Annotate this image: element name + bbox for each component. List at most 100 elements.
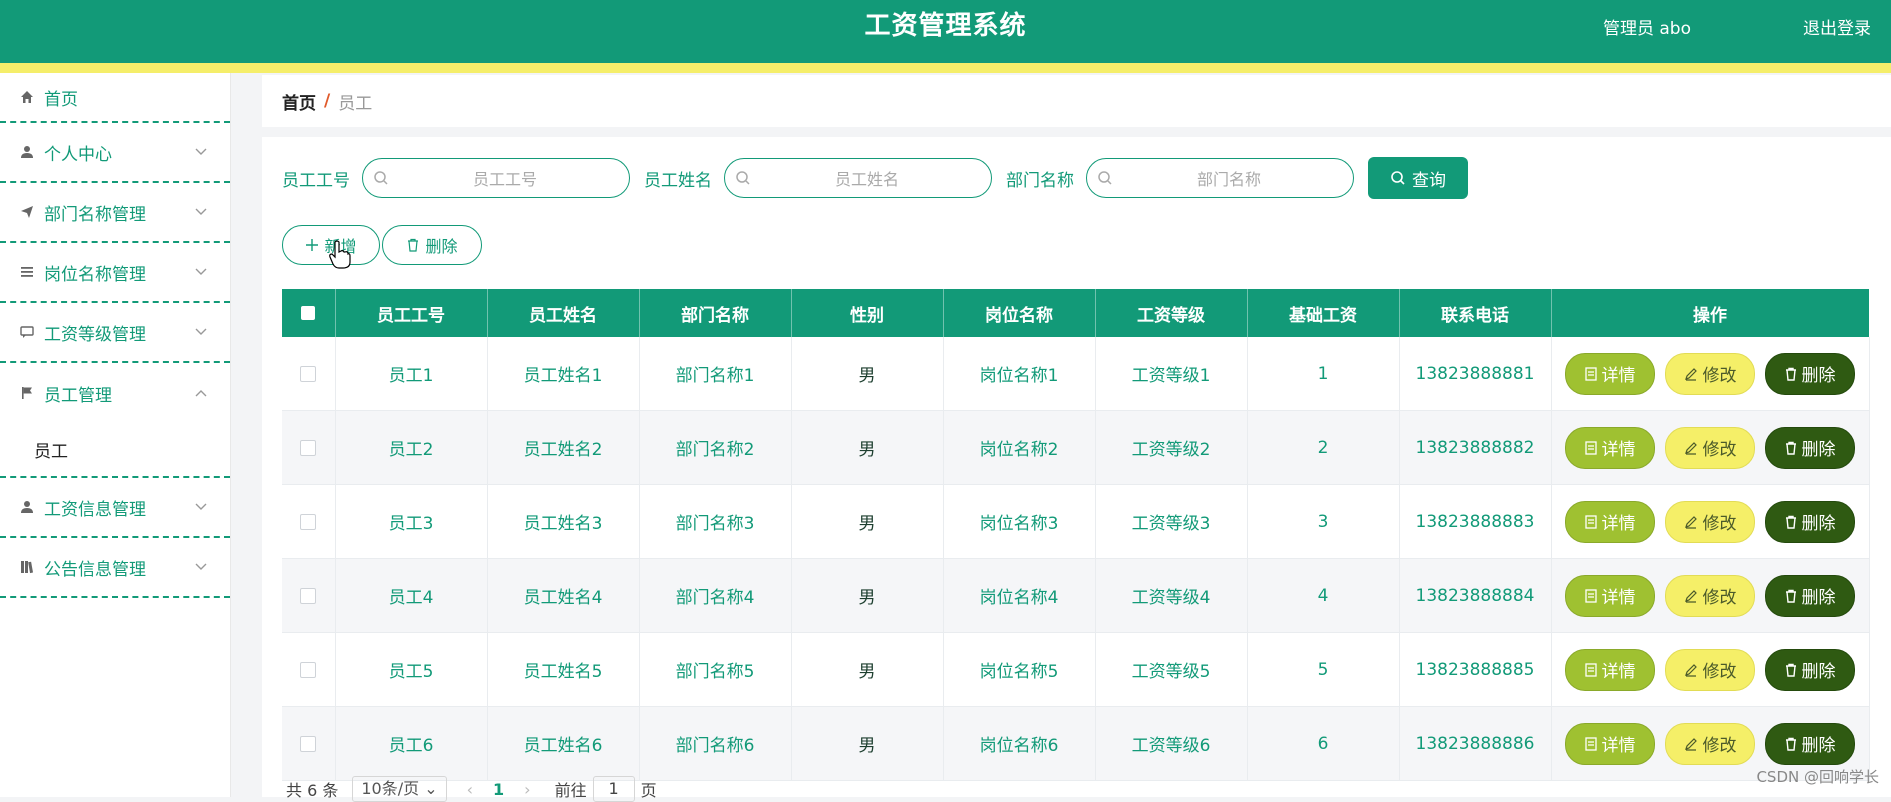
table-cell: 岗位名称5 xyxy=(943,632,1096,707)
sidebar-item-label: 岗位名称管理 xyxy=(44,264,146,285)
edit-button[interactable]: 修改 xyxy=(1665,722,1755,765)
detail-button[interactable]: 详情 xyxy=(1565,648,1655,691)
sidebar-item-position-mgmt[interactable]: 岗位名称管理 xyxy=(0,243,230,303)
row-actions: 详情 修改 删除 xyxy=(1551,558,1870,633)
table-cell: 工资等级4 xyxy=(1095,558,1248,633)
table-cell: 员工1 xyxy=(335,337,488,411)
row-checkbox[interactable] xyxy=(300,513,317,530)
row-select-cell[interactable] xyxy=(282,484,336,559)
table-cell: 部门名称5 xyxy=(639,632,792,707)
detail-button[interactable]: 详情 xyxy=(1565,722,1655,765)
row-select-cell[interactable] xyxy=(282,410,336,485)
row-select-cell[interactable] xyxy=(282,632,336,707)
row-checkbox[interactable] xyxy=(300,587,317,604)
edit-button[interactable]: 修改 xyxy=(1665,426,1755,469)
detail-button[interactable]: 详情 xyxy=(1565,426,1655,469)
batch-delete-button[interactable]: 删除 xyxy=(382,225,482,265)
edit-button[interactable]: 修改 xyxy=(1665,500,1755,543)
edit-button[interactable]: 修改 xyxy=(1665,574,1755,617)
pencil-icon xyxy=(1684,589,1698,603)
next-page-button[interactable]: › xyxy=(524,780,530,799)
dept-name-field[interactable] xyxy=(1086,158,1354,198)
breadcrumb-home[interactable]: 首页 xyxy=(282,89,316,114)
breadcrumb: 首页 / 员工 xyxy=(262,75,1891,127)
hand-cursor-icon xyxy=(329,240,351,274)
dept-name-input[interactable] xyxy=(1117,163,1341,195)
table-cell: 员工3 xyxy=(335,484,488,559)
column-header: 联系电话 xyxy=(1399,289,1552,337)
header-stripe xyxy=(0,63,1891,73)
trash-icon xyxy=(1785,441,1797,455)
sidebar-item-personal-center[interactable]: 个人中心 xyxy=(0,123,230,183)
edit-button[interactable]: 修改 xyxy=(1665,648,1755,691)
row-select-cell[interactable] xyxy=(282,558,336,633)
select-all-checkbox[interactable] xyxy=(301,306,316,320)
employee-id-field[interactable] xyxy=(362,158,630,198)
edit-label: 修改 xyxy=(1702,366,1737,386)
pencil-icon xyxy=(1684,441,1698,455)
detail-label: 详情 xyxy=(1601,440,1636,460)
edit-button[interactable]: 修改 xyxy=(1665,352,1755,395)
delete-button[interactable]: 删除 xyxy=(1765,574,1855,617)
dept-name-label: 部门名称 xyxy=(1006,170,1074,191)
detail-label: 详情 xyxy=(1601,736,1636,756)
table-row: 员工1 员工姓名1 部门名称1 男岗位名称1 工资等级1 1 13823888881 详情 修改… xyxy=(282,337,1870,411)
delete-button[interactable]: 删除 xyxy=(1765,352,1855,395)
delete-label: 删除 xyxy=(1801,736,1836,756)
table-cell: 员工姓名6 xyxy=(487,706,640,781)
row-select-cell[interactable] xyxy=(282,337,336,411)
delete-button[interactable]: 删除 xyxy=(1765,500,1855,543)
table-cell: 13823888881 xyxy=(1399,337,1552,411)
prev-page-button[interactable]: ‹ xyxy=(467,780,473,799)
table-cell: 6 xyxy=(1247,706,1400,781)
row-checkbox[interactable] xyxy=(300,439,317,456)
list-icon xyxy=(18,263,36,281)
logout-link[interactable]: 退出登录 xyxy=(1803,14,1871,39)
employee-name-field[interactable] xyxy=(724,158,992,198)
sidebar-item-notice-mgmt[interactable]: 公告信息管理 xyxy=(0,538,230,598)
column-header: 工资等级 xyxy=(1095,289,1248,337)
table-cell: 男 xyxy=(791,410,944,485)
row-checkbox[interactable] xyxy=(300,661,317,678)
table-cell: 5 xyxy=(1247,632,1400,707)
sidebar-item-salary-mgmt[interactable]: 工资信息管理 xyxy=(0,478,230,538)
column-header: 岗位名称 xyxy=(943,289,1096,337)
sidebar-subitem-employee[interactable]: 员工 xyxy=(0,423,230,478)
table-cell: 3 xyxy=(1247,484,1400,559)
document-icon xyxy=(1584,440,1597,455)
table-cell: 4 xyxy=(1247,558,1400,633)
employee-id-input[interactable] xyxy=(393,163,617,195)
table-cell: 工资等级1 xyxy=(1095,337,1248,411)
sidebar-item-home[interactable]: 首页 xyxy=(0,73,230,123)
page-size-select[interactable]: 10条/页 ⌄ xyxy=(352,776,447,802)
employee-name-input[interactable] xyxy=(755,163,979,195)
query-button[interactable]: 查询 xyxy=(1368,157,1468,199)
table-row: 员工4 员工姓名4 部门名称4 男岗位名称4 工资等级4 4 13823888884 详情 修改… xyxy=(282,558,1870,633)
column-header: 员工工号 xyxy=(335,289,488,337)
goto-input[interactable]: 1 xyxy=(592,776,635,802)
row-checkbox[interactable] xyxy=(300,365,317,382)
row-actions: 详情 修改 删除 xyxy=(1551,484,1870,559)
book-icon xyxy=(18,558,36,576)
row-checkbox[interactable] xyxy=(300,735,317,752)
search-icon xyxy=(735,170,751,190)
edit-label: 修改 xyxy=(1702,440,1737,460)
sidebar-item-grade-mgmt[interactable]: 工资等级管理 xyxy=(0,303,230,363)
page-number[interactable]: 1 xyxy=(493,780,504,799)
select-all-cell[interactable] xyxy=(282,289,336,337)
detail-button[interactable]: 详情 xyxy=(1565,352,1655,395)
row-select-cell[interactable] xyxy=(282,706,336,781)
delete-button[interactable]: 删除 xyxy=(1765,426,1855,469)
detail-button[interactable]: 详情 xyxy=(1565,500,1655,543)
document-icon xyxy=(1584,662,1597,677)
sidebar-item-dept-mgmt[interactable]: 部门名称管理 xyxy=(0,183,230,243)
trash-icon xyxy=(1785,589,1797,603)
delete-button[interactable]: 删除 xyxy=(1765,648,1855,691)
delete-label: 删除 xyxy=(1801,588,1836,608)
sidebar-item-employee-mgmt[interactable]: 员工管理 xyxy=(0,363,230,423)
detail-button[interactable]: 详情 xyxy=(1565,574,1655,617)
table-cell: 1 xyxy=(1247,337,1400,411)
document-icon xyxy=(1584,736,1597,751)
delete-button[interactable]: 删除 xyxy=(1765,722,1855,765)
home-icon xyxy=(18,88,36,106)
